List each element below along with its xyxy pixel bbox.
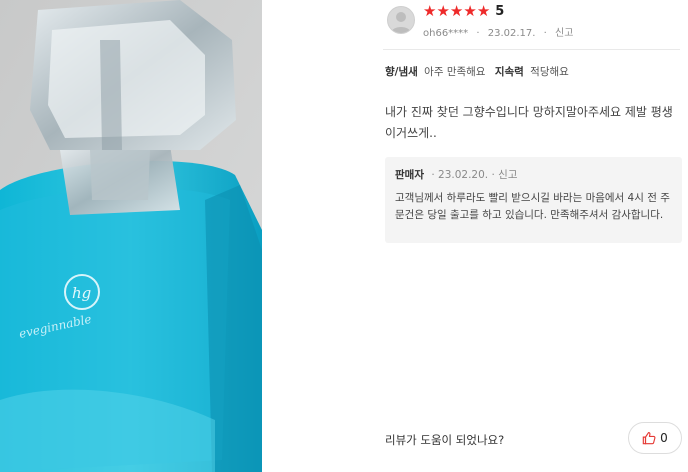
rating-score: 5 <box>495 4 505 19</box>
seller-reply: 판매자 · 23.02.20. · 신고 고객님께서 하루라도 빨리 받으시길 … <box>385 157 682 243</box>
attribute-value: 아주 만족해요 <box>424 66 486 78</box>
helpful-question: 리뷰가 도움이 되었나요? <box>385 433 505 447</box>
like-count: 0 <box>660 431 668 445</box>
perfume-bottle-photo: hg eveginnable <box>0 0 262 472</box>
reply-report-link[interactable]: 신고 <box>498 169 517 181</box>
avatar <box>387 6 415 34</box>
author-id: oh66**** <box>423 28 469 39</box>
meta-separator: · <box>476 28 480 39</box>
review-photo[interactable]: hg eveginnable <box>0 0 262 472</box>
svg-text:hg: hg <box>72 284 91 302</box>
star-rating: ★ ★ ★ ★ ★ 5 <box>423 2 505 20</box>
reply-header: 판매자 · 23.02.20. · 신고 <box>395 167 672 182</box>
review-meta: oh66**** · 23.02.17. · 신고 <box>423 24 573 39</box>
user-icon <box>391 12 411 33</box>
like-button[interactable]: 0 <box>628 422 682 454</box>
meta-separator: · <box>431 169 435 181</box>
star-icon: ★ <box>436 2 450 20</box>
review-date: 23.02.17. <box>487 28 536 39</box>
thumbs-up-icon <box>642 432 656 445</box>
meta-separator: · <box>543 28 547 39</box>
reply-date: 23.02.20. <box>438 169 489 181</box>
star-icon: ★ <box>423 2 437 20</box>
reply-text: 고객님께서 하루라도 빨리 받으시길 바라는 마음에서 4시 전 주문건은 당일… <box>395 192 670 221</box>
review-card: ★ ★ ★ ★ ★ 5 oh66**** · 23.02.17. · 신고 향/… <box>375 0 688 472</box>
star-icon: ★ <box>463 2 477 20</box>
star-icon: ★ <box>449 2 464 20</box>
review-attributes: 향/냄새 아주 만족해요 지속력 적당해요 <box>385 64 575 79</box>
review-content: 내가 진짜 찾던 그향수입니다 망하지말아주세요 제발 평생이거쓰게.. <box>385 105 673 140</box>
attribute-name: 향/냄새 <box>385 66 418 78</box>
divider <box>383 49 680 50</box>
seller-label: 판매자 <box>395 169 424 181</box>
attribute-value: 적당해요 <box>530 66 569 78</box>
meta-separator: · <box>491 169 495 181</box>
report-link[interactable]: 신고 <box>555 28 573 39</box>
attribute-name: 지속력 <box>494 66 524 78</box>
star-icon: ★ <box>476 2 491 20</box>
